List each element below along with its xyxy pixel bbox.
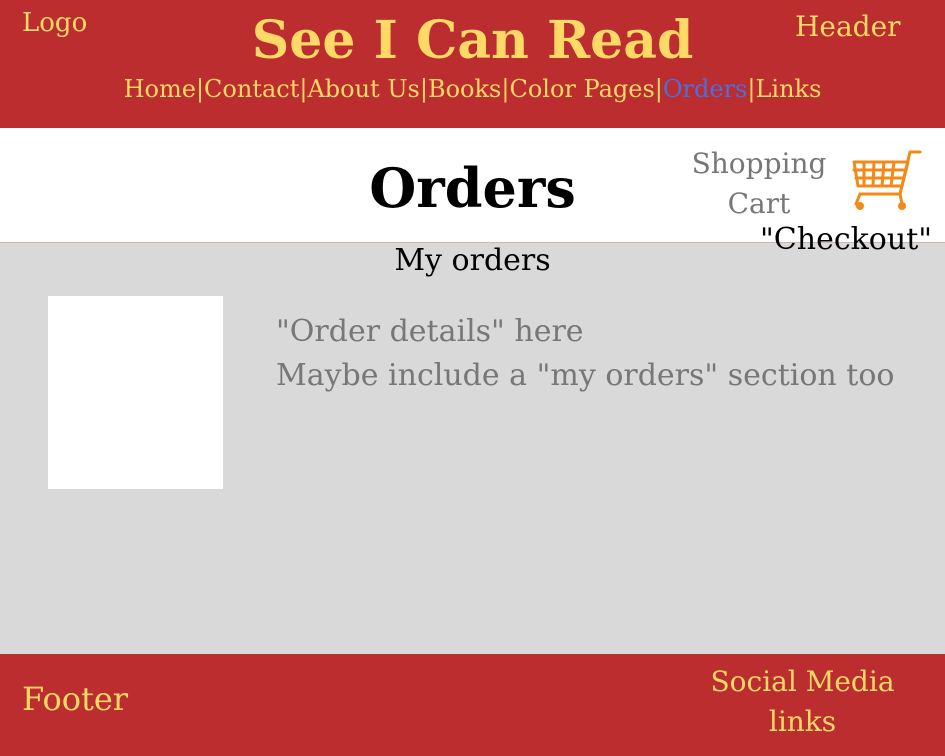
nav-color-pages[interactable]: Color Pages [509,75,654,103]
social-line2: links [768,705,837,738]
footer-label: Footer [22,680,129,718]
shopping-cart-icon[interactable] [850,148,922,214]
social-media-links[interactable]: Social Media links [700,662,905,742]
nav-separator: | [419,75,428,103]
nav-about-us[interactable]: About Us [307,75,419,103]
nav-contact[interactable]: Contact [204,75,299,103]
my-orders-heading: My orders [394,243,551,278]
social-line1: Social Media [710,665,895,698]
order-thumbnail [48,296,223,489]
nav-separator: | [654,75,663,103]
nav-links[interactable]: Links [755,75,821,103]
cart-label-line2: Cart [727,187,791,220]
main-nav: Home|Contact|About Us|Books|Color Pages|… [0,75,945,103]
site-footer: Footer Social Media links [0,654,945,756]
nav-books[interactable]: Books [428,75,501,103]
order-details-line1: "Order details" here [276,314,584,349]
nav-separator: | [195,75,205,103]
header-label: Header [795,10,901,43]
nav-orders[interactable]: Orders [663,75,748,103]
cart-label-line1: Shopping [691,147,827,180]
shopping-cart-link[interactable]: Shopping Cart [690,144,828,224]
order-details-line2: Maybe include a "my orders" section too [276,358,895,393]
order-details: "Order details" here Maybe include a "my… [276,310,894,398]
nav-home[interactable]: Home [124,75,196,103]
site-header: Logo See I Can Read Header Home|Contact|… [0,0,945,128]
